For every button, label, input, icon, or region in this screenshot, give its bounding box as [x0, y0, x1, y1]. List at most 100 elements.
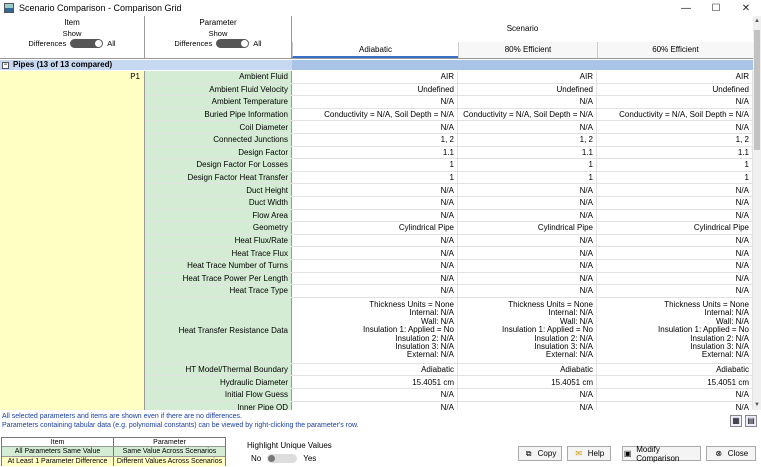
scenario-value-cell[interactable]: N/A	[292, 121, 458, 133]
scenario-value-cell[interactable]: N/A	[458, 96, 597, 108]
scenario-value-cell[interactable]: N/A	[597, 260, 753, 272]
close-window-button[interactable]: ✕	[731, 0, 761, 16]
scenario-value-cell[interactable]: Thickness Units = None Internal: N/A Wall:…	[597, 297, 753, 363]
scenario-value-cell[interactable]: Undefined	[292, 83, 458, 96]
scenario-value-cell[interactable]: 15.4051 cm	[292, 376, 458, 388]
table-row[interactable]: Ambient Temperature N/A N/A N/A	[145, 96, 753, 109]
table-row[interactable]: Design Factor 1.1 1.1 1.1	[145, 146, 753, 160]
scenario-value-cell[interactable]: N/A	[458, 209, 597, 222]
scenario-value-cell[interactable]: N/A	[458, 285, 597, 297]
scenario-value-cell[interactable]: N/A	[458, 272, 597, 285]
scenario-value-cell[interactable]: 1, 2	[292, 134, 458, 146]
scenario-value-cell[interactable]: 1.1	[597, 146, 753, 159]
scenario-value-cell[interactable]: N/A	[458, 184, 597, 196]
grid-export-icon[interactable]: ▦	[730, 415, 742, 427]
item-cell[interactable]: P1	[0, 71, 145, 410]
table-row[interactable]: Heat Trace Flux N/A N/A N/A	[145, 247, 753, 260]
comparison-grid[interactable]: P1 Ambient Fluid AIR AIR AIR Ambient Fluid V…	[0, 71, 753, 410]
scenario-value-cell[interactable]: N/A	[458, 401, 597, 410]
parameter-name-cell[interactable]: Design Factor Heat Transfer	[145, 171, 292, 184]
scenario-value-cell[interactable]: Cylindrical Pipe	[292, 222, 458, 234]
scenario-value-cell[interactable]: N/A	[292, 247, 458, 259]
close-button[interactable]: ⊗ Close	[706, 446, 756, 461]
minimize-button[interactable]: —	[671, 0, 701, 16]
scenario-value-cell[interactable]: 1	[458, 159, 597, 171]
scenario-value-cell[interactable]: Undefined	[458, 83, 597, 96]
table-row[interactable]: Heat Flux/Rate N/A N/A N/A	[145, 234, 753, 248]
parameter-name-cell[interactable]: Geometry	[145, 222, 292, 234]
table-row[interactable]: Duct Height N/A N/A N/A	[145, 184, 753, 197]
scenario-value-cell[interactable]: N/A	[292, 234, 458, 247]
parameter-name-cell[interactable]: Connected Junctions	[145, 134, 292, 146]
parameter-name-cell[interactable]: Duct Height	[145, 184, 292, 196]
scenario-value-cell[interactable]: 15.4051 cm	[458, 376, 597, 388]
table-row[interactable]: Design Factor Heat Transfer 1 1 1	[145, 171, 753, 185]
scenario-value-cell[interactable]: Conductivity = N/A, Soil Depth = N/A	[458, 108, 597, 121]
scenario-value-cell[interactable]: 1.1	[458, 146, 597, 159]
table-row[interactable]: HT Model/Thermal Boundary Adiabatic Adiaba…	[145, 363, 753, 377]
scenario-value-cell[interactable]: N/A	[597, 389, 753, 401]
scenario-value-cell[interactable]: N/A	[458, 247, 597, 259]
scenario-value-cell[interactable]: 1, 2	[597, 134, 753, 146]
scenario-value-cell[interactable]: N/A	[597, 209, 753, 222]
scenario-value-cell[interactable]: AIR	[458, 71, 597, 83]
scenario-value-cell[interactable]: 1	[597, 171, 753, 184]
modify-comparison-button[interactable]: ▣ Modify Comparison	[622, 445, 701, 463]
parameter-name-cell[interactable]: Heat Trace Type	[145, 285, 292, 297]
parameter-name-cell[interactable]: Heat Flux/Rate	[145, 234, 292, 247]
parameter-name-cell[interactable]: Ambient Fluid Velocity	[145, 83, 292, 96]
scenario-value-cell[interactable]: N/A	[292, 209, 458, 222]
scenario-value-cell[interactable]: Conductivity = N/A, Soil Depth = N/A	[292, 108, 458, 121]
scenario-value-cell[interactable]: N/A	[597, 247, 753, 259]
parameter-name-cell[interactable]: Ambient Fluid	[145, 71, 292, 83]
scrollbar-thumb[interactable]	[754, 30, 760, 150]
scroll-down-icon[interactable]: ▼	[753, 402, 761, 408]
scenario-value-cell[interactable]: N/A	[292, 401, 458, 410]
highlight-toggle[interactable]	[267, 454, 298, 463]
scenario-value-cell[interactable]: 15.4051 cm	[597, 376, 753, 388]
scenario-value-cell[interactable]: N/A	[292, 260, 458, 272]
scenario-value-cell[interactable]: 1	[597, 159, 753, 171]
scenario-value-cell[interactable]: N/A	[597, 272, 753, 285]
scenario-value-cell[interactable]: 1	[292, 159, 458, 171]
maximize-button[interactable]: ☐	[701, 0, 731, 16]
parameter-name-cell[interactable]: Heat Trace Power Per Length	[145, 272, 292, 285]
copy-button[interactable]: ⧉ Copy	[518, 446, 562, 461]
table-row[interactable]: Heat Transfer Resistance Data Thickness U…	[145, 297, 753, 364]
scenario-value-cell[interactable]: Thickness Units = None Internal: N/A Wall:…	[458, 297, 597, 363]
parameter-name-cell[interactable]: Design Factor	[145, 146, 292, 159]
parameter-name-cell[interactable]: Buried Pipe Information	[145, 108, 292, 121]
scenario-value-cell[interactable]: N/A	[458, 234, 597, 247]
scenario-value-cell[interactable]: Adiabatic	[458, 363, 597, 376]
scenario-value-cell[interactable]: 1.1	[292, 146, 458, 159]
scenario-value-cell[interactable]: AIR	[597, 71, 753, 83]
table-row[interactable]: Duct Width N/A N/A N/A	[145, 197, 753, 210]
scenario-value-cell[interactable]: N/A	[597, 121, 753, 133]
scenario-value-cell[interactable]: Cylindrical Pipe	[597, 222, 753, 234]
parameter-name-cell[interactable]: Heat Transfer Resistance Data	[145, 297, 292, 363]
vertical-scrollbar[interactable]: ▲ ▼	[753, 16, 761, 410]
parameter-name-cell[interactable]: Heat Trace Flux	[145, 247, 292, 259]
scenario-value-cell[interactable]: 1, 2	[458, 134, 597, 146]
parameter-show-toggle[interactable]	[216, 39, 250, 48]
scenario-column-80-efficient[interactable]: 80% Efficient	[458, 42, 597, 58]
parameter-name-cell[interactable]: Flow Area	[145, 209, 292, 222]
scenario-column-60-efficient[interactable]: 60% Efficient	[597, 42, 753, 58]
parameter-name-cell[interactable]: Design Factor For Losses	[145, 159, 292, 171]
scenario-value-cell[interactable]: N/A	[458, 260, 597, 272]
scenario-column-adiabatic[interactable]: Adiabatic	[292, 42, 458, 58]
parameter-name-cell[interactable]: Ambient Temperature	[145, 96, 292, 108]
scenario-value-cell[interactable]: Conductivity = N/A, Soil Depth = N/A	[597, 108, 753, 121]
scenario-value-cell[interactable]: N/A	[292, 184, 458, 196]
table-row[interactable]: Buried Pipe Information Conductivity = N/…	[145, 108, 753, 122]
table-row[interactable]: Initial Flow Guess N/A N/A N/A	[145, 389, 753, 402]
scenario-value-cell[interactable]: 1	[292, 171, 458, 184]
parameter-name-cell[interactable]: Initial Flow Guess	[145, 389, 292, 401]
scenario-value-cell[interactable]: N/A	[597, 197, 753, 209]
scenario-value-cell[interactable]: N/A	[458, 121, 597, 133]
scenario-value-cell[interactable]: Cylindrical Pipe	[458, 222, 597, 234]
scenario-value-cell[interactable]: N/A	[292, 96, 458, 108]
table-row[interactable]: Hydraulic Diameter 15.4051 cm 15.4051 cm 15…	[145, 376, 753, 389]
table-row[interactable]: Ambient Fluid Velocity Undefined Undefined…	[145, 83, 753, 97]
table-row[interactable]: Heat Trace Type N/A N/A N/A	[145, 285, 753, 298]
